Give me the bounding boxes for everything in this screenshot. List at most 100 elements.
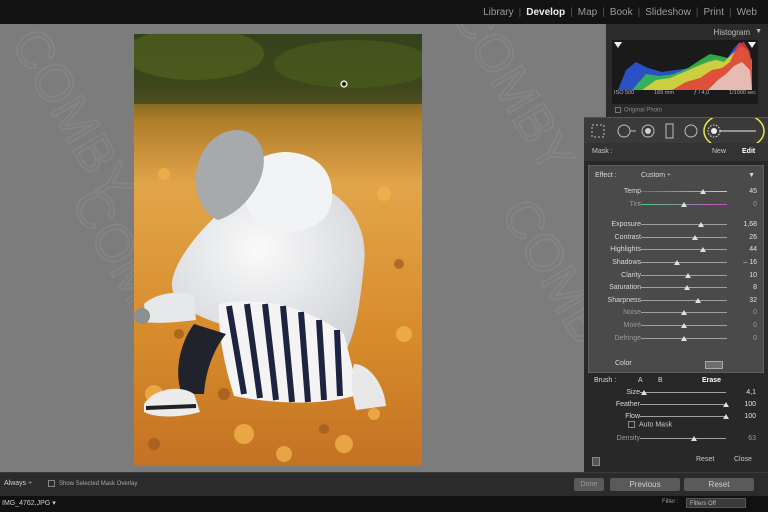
slider-value[interactable]: 1,68 [743, 221, 757, 228]
previous-button[interactable]: Previous [610, 478, 680, 491]
tool-icons [591, 111, 765, 151]
slider-row-noise: Noise 0 [589, 307, 763, 319]
slider-thumb[interactable] [699, 247, 706, 253]
slider-thumb[interactable] [684, 285, 691, 291]
filter-label: Filter : [662, 499, 679, 505]
overlay-mode-dropdown[interactable]: Always ÷ [4, 480, 32, 487]
slider-track[interactable] [641, 272, 727, 278]
slider-track[interactable] [641, 201, 727, 207]
slider-track[interactable] [641, 234, 727, 240]
slider-row-highlights: Highlights 44 [589, 244, 763, 256]
module-book[interactable]: Book [605, 7, 638, 18]
slider-value[interactable]: 0 [753, 201, 757, 208]
brush-b-button[interactable]: B [658, 377, 663, 384]
slider-value[interactable]: 26 [749, 234, 757, 241]
slider-thumb[interactable] [681, 323, 687, 328]
mask-row: Mask : New Edit [584, 143, 768, 162]
slider-row-contrast: Contrast 26 [589, 232, 763, 244]
slider-value[interactable]: 63 [748, 435, 756, 442]
filename-dropdown[interactable]: IMG_4762.JPG ▾ [2, 499, 56, 507]
aperture: ƒ / 4,0 [693, 90, 710, 96]
slider-thumb[interactable] [641, 390, 648, 395]
brush-a-button[interactable]: A [638, 377, 643, 384]
slider-track[interactable] [641, 323, 727, 328]
slider-value[interactable]: 100 [744, 401, 756, 408]
mask-edit-button[interactable]: Edit [742, 148, 755, 155]
panel-collapse-icon[interactable]: ▼ [755, 28, 762, 35]
slider-thumb[interactable] [694, 297, 701, 303]
slider-value[interactable]: 10 [749, 272, 757, 279]
slider-thumb[interactable] [723, 402, 729, 407]
slider-value[interactable]: – 16 [743, 259, 757, 266]
slider-row-sharpness: Sharpness 32 [589, 295, 763, 307]
module-library[interactable]: Library [478, 7, 519, 18]
toolbar: Always ÷ Show Selected Mask Overlay Done… [0, 472, 768, 497]
module-map[interactable]: Map [573, 7, 602, 18]
slider-value[interactable]: 100 [744, 413, 756, 420]
slider-track[interactable] [640, 436, 726, 441]
mask-new-button[interactable]: New [712, 148, 726, 155]
slider-track[interactable] [640, 390, 726, 395]
slider-thumb[interactable] [681, 310, 687, 316]
color-swatch[interactable] [705, 361, 723, 369]
slider-thumb[interactable] [699, 189, 706, 194]
brush-erase-button[interactable]: Erase [702, 377, 721, 384]
slider-thumb[interactable] [691, 436, 698, 441]
effect-collapse-icon[interactable]: ▼ [748, 172, 755, 179]
graduated-filter-icon[interactable] [665, 123, 674, 139]
module-print[interactable]: Print [698, 7, 729, 18]
effect-label: Effect : [595, 172, 617, 179]
slider-thumb[interactable] [681, 201, 687, 207]
svg-text:COMBY: COMBY [440, 24, 586, 183]
slider-value[interactable]: 0 [753, 309, 757, 316]
slider-value[interactable]: 32 [749, 297, 757, 304]
radial-filter-icon[interactable] [684, 124, 698, 138]
done-button[interactable]: Done [574, 478, 604, 491]
slider-track[interactable] [640, 414, 729, 419]
module-develop[interactable]: Develop [521, 7, 570, 18]
slider-thumb[interactable] [723, 414, 729, 419]
slider-track[interactable] [641, 222, 727, 228]
slider-track[interactable] [641, 297, 727, 303]
slider-value[interactable]: 4,1 [746, 389, 756, 396]
original-photo-checkbox[interactable]: Original Photo [615, 107, 662, 114]
slider-value[interactable]: 8 [753, 284, 757, 291]
photo-canvas[interactable]: COMBY COMBY COMBY COMBY [0, 24, 604, 472]
crop-tool-icon[interactable] [591, 124, 605, 138]
slider-track[interactable] [641, 189, 727, 194]
slider-track[interactable] [641, 310, 727, 316]
slider-thumb[interactable] [685, 272, 692, 278]
effect-preset-dropdown[interactable]: Custom ÷ [641, 172, 671, 179]
panel-close-button[interactable]: Close [734, 456, 752, 463]
spot-removal-icon[interactable] [617, 124, 636, 138]
slider-label: Moiré [623, 322, 641, 329]
panel-reset-button[interactable]: Reset [696, 456, 714, 463]
slider-value[interactable]: 44 [749, 246, 757, 253]
slider-row-saturation: Saturation 8 [589, 282, 763, 294]
slider-value[interactable]: 0 [753, 335, 757, 342]
slider-track[interactable] [641, 335, 727, 341]
auto-mask-checkbox[interactable]: Auto Mask [628, 421, 672, 428]
slider-track[interactable] [641, 260, 727, 265]
slider-thumb[interactable] [692, 234, 699, 240]
slider-track[interactable] [641, 285, 727, 291]
red-eye-icon[interactable] [641, 124, 655, 138]
slider-thumb[interactable] [674, 260, 681, 265]
slider-track[interactable] [641, 247, 727, 253]
module-web[interactable]: Web [732, 7, 762, 18]
slider-thumb[interactable] [681, 335, 687, 341]
panel-toggle-switch[interactable] [592, 457, 600, 466]
edited-photo[interactable] [134, 34, 422, 466]
reset-button[interactable]: Reset [684, 478, 754, 491]
module-slideshow[interactable]: Slideshow [640, 7, 696, 18]
slider-row-tint: Tint 0 [589, 199, 763, 211]
tool-strip [584, 111, 768, 151]
adjustment-brush-icon[interactable] [707, 124, 756, 138]
slider-value[interactable]: 45 [749, 188, 757, 195]
slider-thumb[interactable] [698, 222, 705, 228]
filter-dropdown[interactable]: Filters Off [686, 498, 746, 508]
show-mask-overlay-checkbox[interactable]: Show Selected Mask Overlay [48, 480, 137, 487]
slider-track[interactable] [640, 402, 729, 407]
focal-length: 165 mm [654, 90, 674, 96]
slider-value[interactable]: 0 [753, 322, 757, 329]
